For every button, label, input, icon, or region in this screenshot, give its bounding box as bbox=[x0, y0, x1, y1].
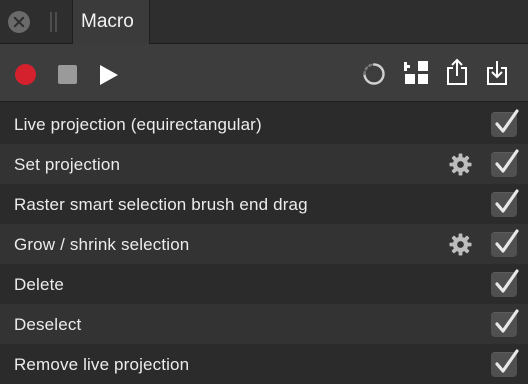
step-enabled-checkbox[interactable] bbox=[491, 309, 519, 337]
drag-grip-icon[interactable] bbox=[50, 12, 58, 32]
step-enabled-checkbox[interactable] bbox=[491, 189, 519, 217]
checkmark-icon bbox=[495, 109, 519, 133]
checkmark-icon bbox=[495, 269, 519, 293]
import-icon[interactable] bbox=[486, 58, 508, 86]
export-share-icon[interactable] bbox=[446, 58, 468, 86]
checkmark-icon bbox=[495, 189, 519, 213]
step-label: Grow / shrink selection bbox=[14, 235, 190, 254]
macro-steps-list: Live projection (equirectangular) Set pr… bbox=[0, 103, 528, 384]
step-row[interactable]: Delete bbox=[0, 264, 528, 304]
stop-button[interactable] bbox=[58, 65, 77, 84]
step-label: Set projection bbox=[14, 155, 121, 174]
play-button[interactable] bbox=[100, 65, 118, 85]
gear-icon[interactable] bbox=[449, 233, 472, 256]
step-enabled-checkbox[interactable] bbox=[491, 269, 519, 297]
step-enabled-checkbox[interactable] bbox=[491, 149, 519, 177]
add-to-library-icon[interactable] bbox=[404, 60, 430, 86]
record-button[interactable] bbox=[15, 64, 36, 85]
macro-toolbar bbox=[0, 44, 528, 102]
step-row[interactable]: Remove live projection bbox=[0, 344, 528, 384]
step-row[interactable]: Live projection (equirectangular) bbox=[0, 104, 528, 144]
gear-icon[interactable] bbox=[449, 153, 472, 176]
macro-panel: Macro Live projection (equirectangular) … bbox=[0, 0, 528, 384]
tab-macro[interactable]: Macro bbox=[72, 0, 150, 44]
step-label: Remove live projection bbox=[14, 355, 190, 374]
step-enabled-checkbox[interactable] bbox=[491, 109, 519, 137]
panel-tab-bar: Macro bbox=[0, 0, 528, 44]
step-row[interactable]: Deselect bbox=[0, 304, 528, 344]
step-row[interactable]: Raster smart selection brush end drag bbox=[0, 184, 528, 224]
step-row[interactable]: Grow / shrink selection bbox=[0, 224, 528, 264]
checkmark-icon bbox=[495, 309, 519, 333]
step-label: Deselect bbox=[14, 315, 82, 334]
tab-macro-label: Macro bbox=[81, 11, 134, 32]
close-panel-icon[interactable] bbox=[8, 11, 30, 33]
checkmark-icon bbox=[495, 229, 519, 253]
step-enabled-checkbox[interactable] bbox=[491, 229, 519, 257]
checkmark-icon bbox=[495, 149, 519, 173]
step-label: Delete bbox=[14, 275, 65, 294]
step-enabled-checkbox[interactable] bbox=[491, 349, 519, 377]
step-label: Live projection (equirectangular) bbox=[14, 115, 262, 134]
checkmark-icon bbox=[495, 349, 519, 373]
step-row[interactable]: Set projection bbox=[0, 144, 528, 184]
step-label: Raster smart selection brush end drag bbox=[14, 195, 308, 214]
spinner-icon bbox=[363, 63, 385, 85]
